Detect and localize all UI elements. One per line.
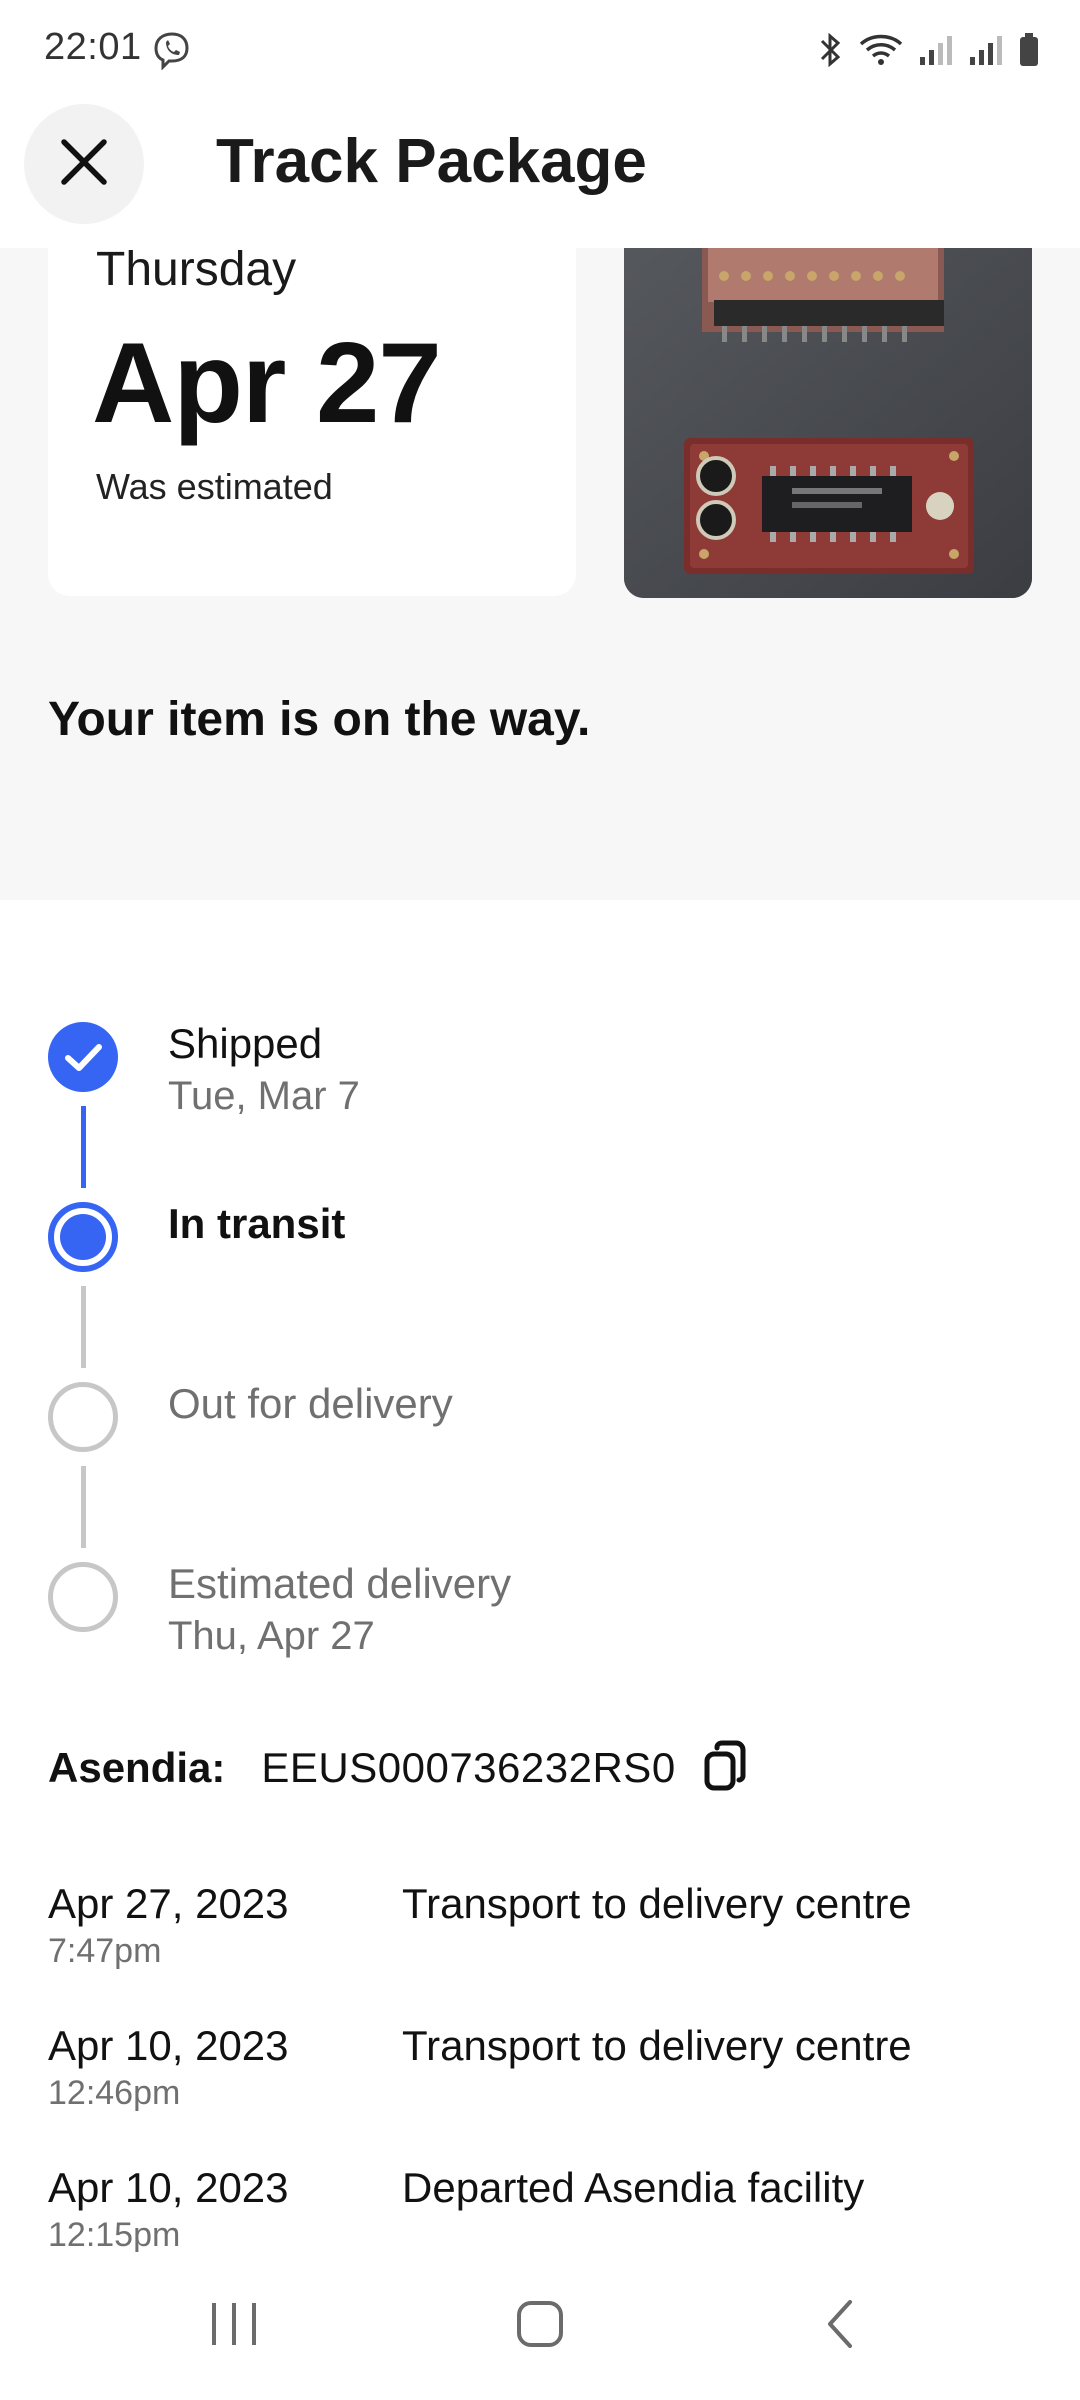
- delivery-date-note: Was estimated: [96, 466, 333, 507]
- step-pending-indicator: [48, 1382, 118, 1452]
- battery-icon: [1018, 32, 1040, 68]
- signal-icon: [918, 33, 954, 67]
- delivery-summary: Thursday Apr 27 Was estimated Your item …: [0, 243, 1080, 900]
- carrier-name: Asendia:: [48, 1744, 226, 1791]
- event-time: 7:47pm: [48, 1932, 162, 1970]
- home-button[interactable]: [440, 2252, 640, 2400]
- copy-button[interactable]: [700, 1740, 750, 1796]
- event-time: 12:15pm: [48, 2216, 181, 2254]
- item-photo[interactable]: [624, 248, 1032, 598]
- system-navigation-bar: [0, 2252, 1080, 2400]
- shipment-status-message: Your item is on the way.: [48, 693, 591, 746]
- timeline-step-label: In transit: [168, 1200, 346, 1247]
- back-icon: [824, 2298, 856, 2355]
- close-icon: [60, 138, 108, 191]
- home-icon: [515, 2299, 565, 2354]
- app-header: Track Package: [0, 100, 1080, 248]
- recents-icon: [208, 2300, 260, 2353]
- timeline-connector: [81, 1286, 86, 1368]
- close-button[interactable]: [24, 104, 144, 224]
- status-bar: 22:01: [0, 0, 1080, 100]
- track-package-screen: 22:01 Track Package Thursday Apr 27 Was …: [0, 0, 1080, 2400]
- wifi-icon: [858, 32, 904, 68]
- step-pending-indicator: [48, 1562, 118, 1632]
- recents-button[interactable]: [134, 2252, 334, 2400]
- timeline-connector: [81, 1106, 86, 1188]
- event-description: Departed Asendia facility: [402, 2164, 865, 2211]
- event-description: Transport to delivery centre: [402, 1880, 912, 1927]
- copy-icon: [703, 1740, 747, 1797]
- timeline-step-date: Thu, Apr 27: [168, 1614, 375, 1658]
- step-done-indicator: [48, 1022, 118, 1092]
- timeline-step-label: Estimated delivery: [168, 1560, 512, 1607]
- signal-icon: [968, 33, 1004, 67]
- bluetooth-icon: [818, 32, 844, 68]
- event-time: 12:46pm: [48, 2074, 181, 2112]
- delivery-weekday: Thursday: [96, 243, 297, 296]
- page-title: Track Package: [216, 127, 647, 196]
- timeline-step-label: Shipped: [168, 1020, 323, 1067]
- event-date: Apr 10, 2023: [48, 2022, 289, 2069]
- delivery-date-card: Thursday Apr 27 Was estimated: [48, 243, 576, 596]
- timeline-connector: [81, 1466, 86, 1548]
- event-description: Transport to delivery centre: [402, 2022, 912, 2069]
- event-date: Apr 27, 2023: [48, 1880, 289, 1927]
- tracking-number-row: Asendia: EEUS000736232RS0: [48, 1738, 750, 1798]
- status-icons: [818, 28, 1040, 72]
- back-button[interactable]: [740, 2252, 940, 2400]
- tracking-number[interactable]: EEUS000736232RS0: [261, 1744, 675, 1792]
- status-time: 22:01: [44, 26, 142, 68]
- delivery-date: Apr 27: [92, 320, 442, 447]
- viber-icon: [152, 30, 192, 71]
- timeline-step-label: Out for delivery: [168, 1380, 453, 1427]
- step-current-indicator: [48, 1202, 118, 1272]
- timeline-step-date: Tue, Mar 7: [168, 1074, 360, 1118]
- event-date: Apr 10, 2023: [48, 2164, 289, 2211]
